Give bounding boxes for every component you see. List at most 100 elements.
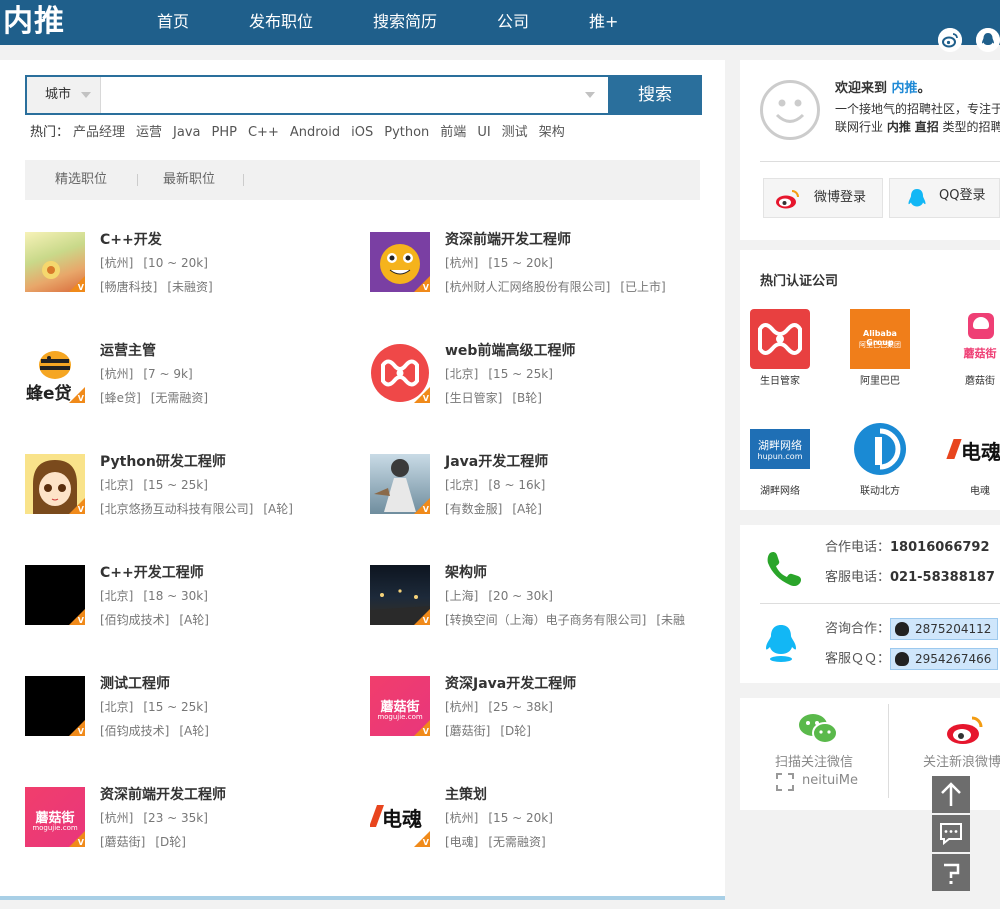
job-company[interactable]: [佰钧成技术] bbox=[100, 724, 169, 738]
job-card[interactable]: V Python研发工程师 [北京] [15 ~ 25k] [北京悠扬互动科技有限公司]… bbox=[25, 454, 355, 524]
job-title[interactable]: C++开发工程师 bbox=[100, 565, 204, 581]
qq-icon[interactable] bbox=[976, 28, 1000, 52]
hot-tag[interactable]: 前端 bbox=[440, 125, 466, 140]
nav-post-job[interactable]: 发布职位 bbox=[249, 12, 313, 32]
job-card[interactable]: Vweb前端高级工程师 [北京] [15 ~ 25k] [生日管家] [B轮] bbox=[370, 343, 700, 413]
job-company[interactable]: [转换空间（上海）电子商务有限公司] bbox=[445, 613, 646, 627]
liandong-beifang-logo bbox=[850, 419, 910, 479]
company-logo[interactable]: 蘑菇街 mogujie.com V bbox=[25, 787, 85, 847]
service-qq-button[interactable]: 2954267466 bbox=[890, 648, 999, 670]
job-card[interactable]: V 架构师 [上海] [20 ~ 30k] [转换空间（上海）电子商务有限公司] [未融 bbox=[370, 565, 700, 635]
weibo-login-label: 微博登录 bbox=[814, 190, 867, 205]
qq-login-button[interactable]: QQ登录 bbox=[889, 178, 1000, 218]
company-logo[interactable]: V bbox=[25, 454, 85, 514]
back-to-top-button[interactable] bbox=[932, 776, 970, 813]
site-logo[interactable]: 内推 bbox=[3, 3, 65, 41]
hot-tag[interactable]: 产品经理 bbox=[73, 125, 125, 140]
company-name: 蘑菇街 bbox=[965, 376, 995, 387]
job-title[interactable]: 架构师 bbox=[445, 565, 487, 581]
smiley-avatar-icon bbox=[760, 80, 820, 140]
tab-latest-jobs[interactable]: 最新职位 bbox=[163, 160, 215, 200]
hot-tag[interactable]: Java bbox=[173, 125, 200, 140]
company-logo[interactable]: 电魂 V bbox=[370, 787, 430, 847]
job-title[interactable]: web前端高级工程师 bbox=[445, 343, 575, 359]
job-company[interactable]: [有数金服] bbox=[445, 502, 502, 516]
chat-bubble-icon bbox=[940, 823, 962, 846]
job-title[interactable]: 运营主管 bbox=[100, 343, 156, 359]
job-card[interactable]: V 测试工程师 [北京] [15 ~ 25k] [佰钧成技术] [A轮] bbox=[25, 676, 355, 746]
job-title[interactable]: 主策划 bbox=[445, 787, 487, 803]
job-company[interactable]: [北京悠扬互动科技有限公司] bbox=[100, 502, 253, 516]
verified-badge-text: V bbox=[422, 616, 429, 625]
wechat-icon[interactable] bbox=[797, 712, 839, 750]
job-card[interactable]: 蘑菇街 mogujie.com V 资深Java开发工程师 [杭州] [25 ~ 38k]… bbox=[370, 676, 700, 746]
job-funding-stage: [D轮] bbox=[155, 835, 186, 849]
job-card[interactable]: 蘑菇街 mogujie.com V 资深前端开发工程师 [杭州] [23 ~ 35k] [蘑… bbox=[25, 787, 355, 857]
job-title[interactable]: C++开发 bbox=[100, 232, 162, 248]
company-logo[interactable]: V bbox=[25, 676, 85, 736]
company-logo[interactable]: V bbox=[370, 343, 430, 403]
company-liandong-beifang[interactable]: 联动北方 bbox=[847, 419, 913, 498]
hot-tag[interactable]: Android bbox=[290, 125, 340, 140]
job-title[interactable]: 测试工程师 bbox=[100, 676, 170, 692]
job-title[interactable]: Java开发工程师 bbox=[445, 454, 548, 470]
company-logo[interactable]: 蜂e贷 V bbox=[25, 343, 85, 403]
company-logo[interactable]: 蘑菇街 mogujie.com V bbox=[370, 676, 430, 736]
company-logo[interactable]: V bbox=[25, 232, 85, 292]
help-button[interactable] bbox=[932, 854, 970, 891]
search-button[interactable]: 搜索 bbox=[608, 75, 702, 115]
job-company[interactable]: [蘑菇街] bbox=[100, 835, 145, 849]
hot-tag[interactable]: Python bbox=[384, 125, 429, 140]
job-salary: [15 ~ 25k] bbox=[143, 478, 208, 492]
company-logo[interactable]: V bbox=[370, 232, 430, 292]
job-title[interactable]: 资深前端开发工程师 bbox=[100, 787, 226, 803]
company-logo[interactable]: V bbox=[370, 565, 430, 625]
company-logo[interactable]: V bbox=[370, 454, 430, 514]
hot-tag[interactable]: UI bbox=[477, 125, 490, 140]
company-name: 联动北方 bbox=[860, 486, 900, 497]
company-mogujie[interactable]: 蘑菇街 蘑菇街 bbox=[947, 309, 1000, 388]
job-title[interactable]: 资深前端开发工程师 bbox=[445, 232, 571, 248]
job-company[interactable]: [畅唐科技] bbox=[100, 280, 157, 294]
hot-tag[interactable]: 架构 bbox=[539, 125, 565, 140]
job-card[interactable]: 电魂 V 主策划 [杭州] [15 ~ 20k] [电魂] [无需融资] bbox=[370, 787, 700, 857]
job-card[interactable]: V Java开发工程师 [北京] [8 ~ 16k] [有数金服] [A轮] bbox=[370, 454, 700, 524]
job-card[interactable]: 蜂e贷 V 运营主管 [杭州] [7 ~ 9k] [蜂e贷] [无需融资] bbox=[25, 343, 355, 413]
search-dropdown-chevron-icon[interactable] bbox=[585, 92, 595, 98]
welcome-brand-link[interactable]: 内推 bbox=[892, 81, 918, 96]
feedback-button[interactable] bbox=[932, 815, 970, 852]
city-select[interactable]: 城市 bbox=[27, 77, 101, 113]
job-company[interactable]: [杭州财人汇网络股份有限公司] bbox=[445, 280, 610, 294]
hot-tag[interactable]: PHP bbox=[212, 125, 237, 140]
nav-tui-plus[interactable]: 推+ bbox=[589, 12, 618, 32]
hot-tag[interactable]: 测试 bbox=[502, 125, 528, 140]
nav-search-resume[interactable]: 搜索简历 bbox=[373, 12, 437, 32]
job-card[interactable]: V 资深前端开发工程师 [杭州] [15 ~ 20k] [杭州财人汇网络股份有限公司][… bbox=[370, 232, 700, 302]
job-company[interactable]: [蜂e贷] bbox=[100, 391, 141, 405]
job-company[interactable]: [电魂] bbox=[445, 835, 478, 849]
job-company[interactable]: [蘑菇街] bbox=[445, 724, 490, 738]
hot-tag[interactable]: C++ bbox=[248, 125, 279, 140]
company-dianhun[interactable]: 电魂 电魂 bbox=[946, 419, 1000, 498]
weibo-icon[interactable] bbox=[945, 714, 987, 750]
company-logo[interactable]: V bbox=[25, 565, 85, 625]
company-hupan[interactable]: 湖畔网络 hupun.com 湖畔网络 bbox=[747, 419, 813, 498]
nav-company[interactable]: 公司 bbox=[497, 12, 529, 32]
nav-home[interactable]: 首页 bbox=[157, 12, 189, 32]
hot-tag[interactable]: iOS bbox=[351, 125, 373, 140]
verified-badge-text: V bbox=[77, 616, 84, 625]
job-company[interactable]: [生日管家] bbox=[445, 391, 502, 405]
tab-featured-jobs[interactable]: 精选职位 bbox=[55, 160, 107, 200]
job-title[interactable]: Python研发工程师 bbox=[100, 454, 226, 470]
job-title[interactable]: 资深Java开发工程师 bbox=[445, 676, 576, 692]
weibo-icon[interactable] bbox=[938, 28, 962, 52]
company-alibaba[interactable]: Alibaba Group 阿里巴巴集团 阿里巴巴 bbox=[847, 309, 913, 388]
job-card[interactable]: V C++开发工程师 [北京] [18 ~ 30k] [佰钧成技术] [A轮] bbox=[25, 565, 355, 635]
search-input[interactable] bbox=[102, 77, 607, 113]
hot-tag[interactable]: 运营 bbox=[136, 125, 162, 140]
company-shengri-guanjia[interactable]: 生日管家 bbox=[747, 309, 813, 388]
job-company[interactable]: [佰钧成技术] bbox=[100, 613, 169, 627]
weibo-login-button[interactable]: 微博登录 bbox=[763, 178, 883, 218]
job-card[interactable]: V C++开发 [杭州] [10 ~ 20k] [畅唐科技] [未融资] bbox=[25, 232, 355, 302]
coop-qq-button[interactable]: 2875204112 bbox=[890, 618, 999, 640]
